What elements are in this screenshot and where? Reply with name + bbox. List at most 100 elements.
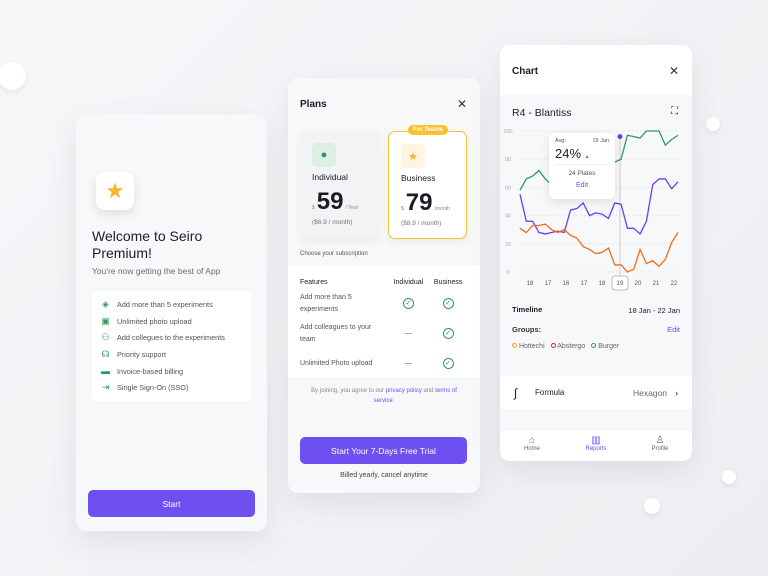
check-circle-icon: ✓ bbox=[442, 358, 454, 369]
legal-text: By joining, you agree to our privacy pol… bbox=[300, 386, 468, 406]
groups-legend: Hottechi Abstergo Burger bbox=[512, 343, 619, 350]
formula-value: Hexagon bbox=[632, 387, 667, 398]
legal-mid: and bbox=[421, 388, 436, 394]
privacy-link[interactable]: privacy policy bbox=[386, 388, 422, 394]
nav-label: Home bbox=[523, 446, 540, 452]
chart-tooltip: Avg: 19 Jan 24% ▲ 24 Plates Edit bbox=[549, 133, 615, 199]
legend-label: Abstergo bbox=[557, 343, 586, 350]
x-tick-label: 19 bbox=[617, 281, 624, 287]
period: /month bbox=[434, 206, 450, 212]
feature-item: ⇥ Single Sign-On (SSO) bbox=[100, 379, 243, 396]
table-row: Unlimited Photo upload — ✓ bbox=[300, 349, 468, 379]
legend-marker bbox=[512, 343, 517, 348]
nav-reports[interactable]: ▥ Reports bbox=[564, 431, 628, 461]
groups-edit-link[interactable]: Edit bbox=[667, 325, 680, 334]
start-trial-button[interactable]: Start Your 7-Days Free Trial bbox=[300, 437, 467, 464]
welcome-card: ★ Welcome to Seiro Premium! You're now g… bbox=[76, 115, 267, 531]
currency: $ bbox=[401, 206, 404, 212]
header-cell: Features bbox=[300, 278, 328, 286]
user-plus-icon: ⚇ bbox=[101, 332, 110, 343]
plan-price: $59/ Year bbox=[312, 188, 358, 216]
check-circle-icon: ✓ bbox=[442, 298, 454, 309]
choose-label: Choose your subscription bbox=[300, 251, 368, 257]
timeline-value: 18 Jan - 22 Jan bbox=[628, 306, 680, 315]
feature-cell: Add colleagues to your team bbox=[300, 324, 372, 343]
headset-icon: ☊ bbox=[101, 348, 110, 359]
bar-chart-icon: ▥ bbox=[591, 435, 601, 446]
tooltip-label: Avg: bbox=[555, 138, 566, 144]
star-icon: ★ bbox=[401, 144, 425, 168]
currency: $ bbox=[312, 205, 315, 211]
features-table: Features Individual Business Add more th… bbox=[288, 265, 480, 377]
plan-name: Business bbox=[401, 173, 436, 183]
table-row: Add colleagues to your team — ✓ bbox=[300, 319, 468, 349]
legend-item: Burger bbox=[591, 343, 619, 350]
feature-item: ▬ Invoice-based billing bbox=[100, 363, 243, 380]
chart-subtitle: R4 - Blantiss bbox=[512, 107, 572, 119]
legend-marker bbox=[591, 343, 597, 348]
chart-card: Chart ✕ R4 - Blantiss ⛶ 0 20 40 60 80 100 18 17… bbox=[500, 45, 692, 461]
feature-label: Single Sign-On (SSO) bbox=[117, 383, 189, 393]
legal-post: . bbox=[392, 398, 395, 404]
table-row: Add more than 5 experiments ✓ ✓ bbox=[300, 289, 468, 319]
close-icon[interactable]: ✕ bbox=[457, 97, 467, 111]
feature-list: ◈ Add more than 5 experiments ▣ Unlimited p… bbox=[92, 291, 251, 402]
x-tick-label: 21 bbox=[653, 281, 660, 287]
formula-label: Formula bbox=[535, 388, 565, 397]
header-cell: Business bbox=[433, 278, 463, 286]
nav-profile[interactable]: ♙ Profile bbox=[628, 431, 692, 461]
formula-row[interactable]: ∫ Formula Hexagon › bbox=[500, 376, 692, 409]
legend-item: Abstergo bbox=[550, 343, 586, 350]
gift-card-icon: ▬ bbox=[101, 366, 110, 377]
close-icon[interactable]: ✕ bbox=[669, 64, 679, 78]
period: / Year bbox=[345, 205, 359, 211]
y-tick-label: 40 bbox=[505, 214, 511, 220]
plan-business[interactable]: ★ Business $79/month ($8.9 / month) bbox=[388, 131, 467, 239]
chevron-right-icon: › bbox=[675, 387, 678, 398]
check-circle-icon: ✓ bbox=[402, 298, 414, 309]
legal-pre: By joining, you agree to our bbox=[311, 388, 386, 394]
user-icon: ● bbox=[312, 143, 336, 167]
dash-icon: — bbox=[404, 360, 412, 367]
x-tick-label: 17 bbox=[545, 281, 552, 287]
x-tick-label: 17 bbox=[581, 281, 588, 287]
x-tick-label: 20 bbox=[635, 281, 642, 287]
nav-home[interactable]: ⌂ Home bbox=[500, 431, 564, 461]
feature-item: ◈ Add more than 5 experiments bbox=[100, 296, 243, 313]
y-tick-label: 80 bbox=[505, 157, 511, 163]
for-teams-badge: For Teams bbox=[408, 125, 448, 135]
price: 79 bbox=[405, 189, 433, 216]
plan-monthly: ($6.9 / month) bbox=[312, 219, 353, 226]
plan-monthly: ($8.9 / month) bbox=[401, 220, 442, 227]
login-icon: ⇥ bbox=[101, 382, 110, 393]
timeline-label: Timeline bbox=[512, 305, 543, 314]
x-tick-label: 18 bbox=[599, 281, 606, 287]
legend-label: Hottechi bbox=[518, 343, 545, 350]
feature-item: ⚇ Add collegues to the experiments bbox=[100, 329, 243, 346]
tooltip-date: 19 Jan bbox=[592, 138, 609, 144]
integral-icon: ∫ bbox=[514, 385, 518, 400]
tooltip-value: 24% bbox=[555, 146, 582, 161]
feature-label: Add collegues to the experiments bbox=[117, 333, 225, 343]
groups-label: Groups: bbox=[512, 325, 542, 334]
legend-label: Burger bbox=[598, 343, 620, 350]
tooltip-edit-link[interactable]: Edit bbox=[555, 182, 609, 189]
welcome-title: Welcome to Seiro Premium! bbox=[92, 228, 203, 261]
layers-icon: ◈ bbox=[102, 298, 109, 309]
plan-individual[interactable]: ● Individual $59/ Year ($6.9 / month) bbox=[300, 131, 379, 239]
plan-price: $79/month bbox=[401, 189, 450, 217]
feature-label: Unlimited photo upload bbox=[117, 316, 192, 326]
y-tick-label: 0 bbox=[506, 270, 509, 276]
home-icon: ⌂ bbox=[528, 435, 536, 446]
tooltip-plates: 24 Plates bbox=[555, 164, 609, 177]
nav-label: Reports bbox=[585, 446, 607, 452]
highlight-point bbox=[617, 134, 623, 140]
expand-icon[interactable]: ⛶ bbox=[671, 106, 678, 117]
decor-circle bbox=[0, 62, 26, 90]
chart-title: Chart bbox=[512, 66, 539, 77]
start-button[interactable]: Start bbox=[88, 490, 255, 517]
y-tick-label: 20 bbox=[505, 242, 511, 248]
nav-label: Profile bbox=[651, 446, 669, 452]
feature-item: ▣ Unlimited photo upload bbox=[100, 313, 243, 330]
feature-item: ☊ Priority support bbox=[100, 346, 243, 363]
